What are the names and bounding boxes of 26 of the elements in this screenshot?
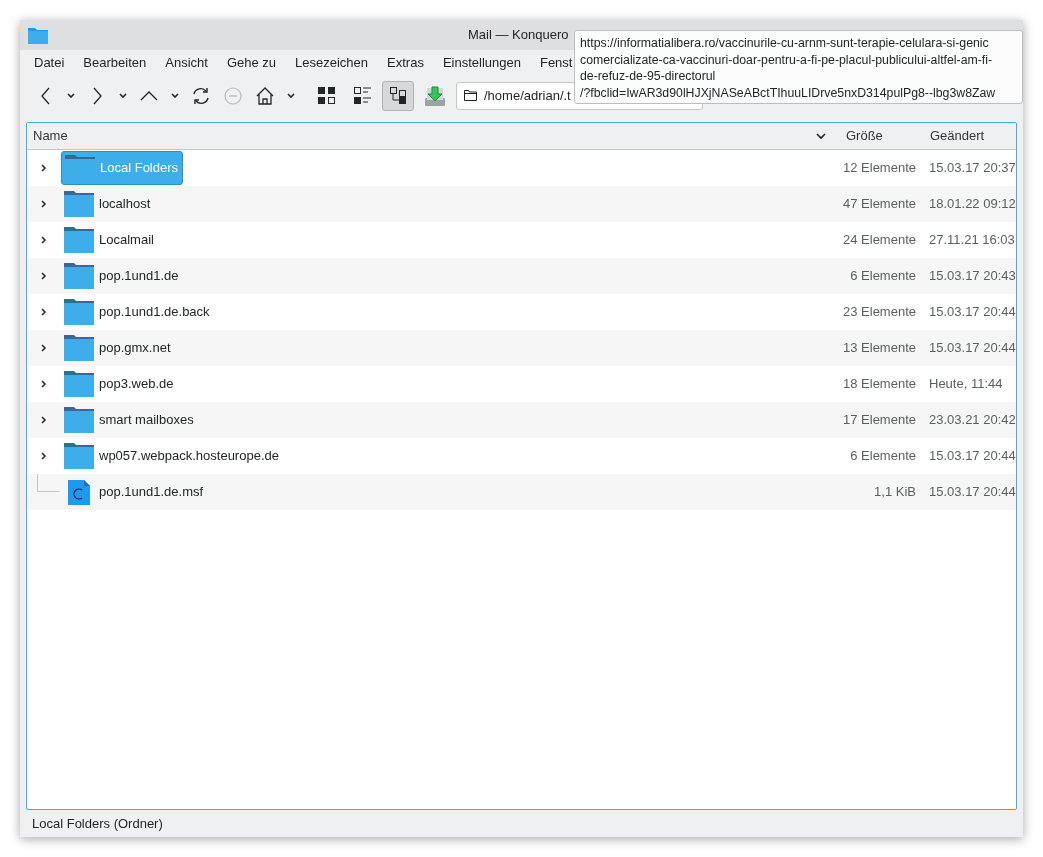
date-cell-text: 15.03.17 20:44 bbox=[928, 483, 1016, 501]
date-cell-text: 15.03.17 20:37 bbox=[928, 159, 1016, 177]
size-cell-text: 18 Elemente bbox=[842, 375, 916, 393]
date-cell-text: 27.11.21 16:03 bbox=[928, 231, 1016, 249]
size-cell-text: 24 Elemente bbox=[842, 231, 916, 249]
date-cell-text: 15.03.17 20:44 bbox=[928, 447, 1016, 465]
window-title: Mail — Konquero bbox=[468, 26, 569, 45]
date-cell-text: 23.03.21 20:42 bbox=[928, 411, 1016, 429]
tooltip-text: https://informatialibera.ro/vaccinurile-cu-arnm-sunt-terapie-celulara-si-genic bbox=[580, 35, 990, 52]
size-cell-text: 6 Elemente bbox=[849, 267, 916, 285]
date-cell-text: 15.03.17 20:44 bbox=[928, 303, 1016, 321]
tooltip-text: /?fbclid=IwAR3d90lHJXjNASeABctTIhuuLIDrve5nxD314pulPg8--lbg3w8Zaw bbox=[580, 84, 997, 101]
date-cell-text: 18.01.22 09:12 bbox=[928, 195, 1016, 213]
size-cell-text: 1,1 KiB bbox=[873, 483, 916, 501]
tooltip-text: comercializate-ca-vaccinuri-doar-pentru-a-fi-pe-placul-publicului-altfel-am-fi- bbox=[580, 51, 994, 68]
status-text: Local Folders (Ordner) bbox=[32, 814, 163, 833]
tooltip-text: de-refuz-de-95-directorul bbox=[580, 68, 717, 85]
size-cell-text: 47 Elemente bbox=[842, 195, 916, 213]
date-cell-text: 15.03.17 20:43 bbox=[928, 267, 1016, 285]
size-cell-text: 13 Elemente bbox=[842, 339, 916, 357]
size-cell-text: 12 Elemente bbox=[842, 159, 916, 177]
size-cell-text: 17 Elemente bbox=[842, 411, 916, 429]
date-cell-text: 15.03.17 20:44 bbox=[928, 339, 1016, 357]
size-cell-text: 23 Elemente bbox=[842, 303, 916, 321]
date-cell-text: Heute, 11:44 bbox=[928, 375, 1004, 393]
size-cell-text: 6 Elemente bbox=[849, 447, 916, 465]
